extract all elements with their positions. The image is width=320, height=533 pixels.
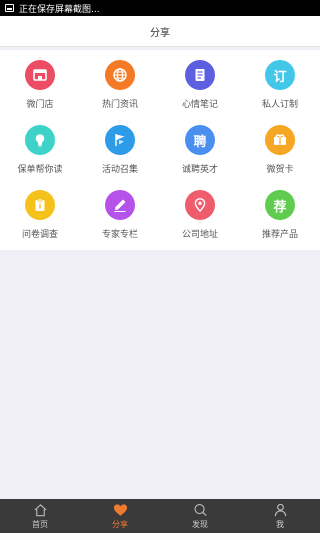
grid-item-label: 热门资讯 [101,100,138,110]
grid-item-label: 专家专栏 [101,230,138,240]
grid-item-label: 公司地址 [181,230,218,240]
grid-item-company-address[interactable]: 公司地址 [160,188,240,253]
share-grid: 微门店 热门资讯 心情笔记 订 私人订制 保单帮你读 活动召集 聘 诚聘英才 微… [0,50,320,250]
status-text: 正在保存屏幕截图... [19,4,100,15]
header: 分享 [0,16,320,47]
heart-icon [113,503,127,516]
grid-item-expert-column[interactable]: 专家专栏 [80,188,160,253]
flag-icon [105,125,135,155]
grid-item-event-call[interactable]: 活动召集 [80,123,160,188]
lightbulb-icon [25,125,55,155]
tab-share[interactable]: 分享 [80,499,160,533]
tab-label: 首页 [32,519,48,529]
grid-item-label: 私人订制 [261,100,298,110]
grid-item-label: 心情笔记 [181,100,218,110]
map-pin-icon [185,190,215,220]
recommend-icon: 荐 [265,190,295,220]
store-icon [25,60,55,90]
grid-item-label: 活动召集 [101,165,138,175]
tab-me[interactable]: 我 [240,499,320,533]
globe-icon [105,60,135,90]
grid-item-custom-order[interactable]: 订 私人订制 [240,58,320,123]
status-bar: 正在保存屏幕截图... [0,0,320,16]
tab-discover[interactable]: 发现 [160,499,240,533]
grid-item-label: 微门店 [26,100,54,110]
custom-icon: 订 [265,60,295,90]
grid-item-greeting-card[interactable]: 微贺卡 [240,123,320,188]
home-icon [33,503,47,516]
tab-label: 我 [276,519,284,529]
tab-home[interactable]: 首页 [0,499,80,533]
grid-item-recruitment[interactable]: 聘 诚聘英才 [160,123,240,188]
grid-item-label: 保单帮你读 [17,165,63,175]
person-icon [274,503,286,516]
grid-item-mood-notes[interactable]: 心情笔记 [160,58,240,123]
grid-item-recommended-products[interactable]: 荐 推荐产品 [240,188,320,253]
grid-item-label: 推荐产品 [261,230,298,240]
bottom-tab-bar: 首页 分享 发现 我 [0,499,320,533]
notebook-icon [185,60,215,90]
gift-card-icon [265,125,295,155]
grid-item-label: 问卷调查 [21,230,58,240]
clipboard-icon [25,190,55,220]
tab-label: 发现 [192,519,208,529]
grid-item-label: 诚聘英才 [181,165,218,175]
page-title: 分享 [150,27,170,39]
grid-item-policy-reading[interactable]: 保单帮你读 [0,123,80,188]
recruit-icon: 聘 [185,125,215,155]
grid-item-label: 微贺卡 [266,165,294,175]
grid-item-micro-store[interactable]: 微门店 [0,58,80,123]
tab-label: 分享 [112,519,128,529]
grid-item-survey[interactable]: 问卷调查 [0,188,80,253]
search-icon [193,503,207,516]
screenshot-icon [5,4,14,12]
grid-item-hot-news[interactable]: 热门资讯 [80,58,160,123]
pen-icon [105,190,135,220]
